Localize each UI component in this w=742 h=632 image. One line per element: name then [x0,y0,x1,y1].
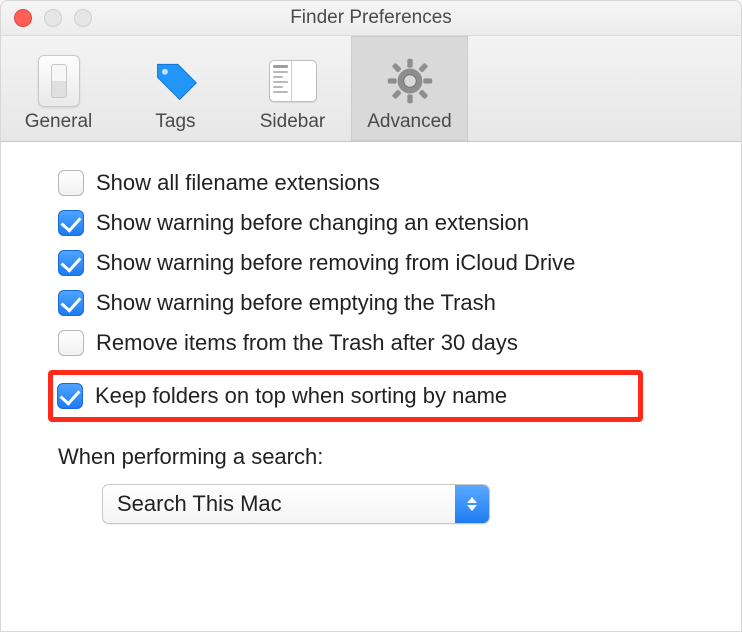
option-label: Keep folders on top when sorting by name [95,383,507,409]
window-title: Finder Preferences [0,7,742,29]
minimize-window-button[interactable] [44,9,62,27]
titlebar: Finder Preferences [0,0,742,36]
option-warn-extension-change: Show warning before changing an extensio… [58,210,712,236]
zoom-window-button[interactable] [74,9,92,27]
option-label: Show warning before changing an extensio… [96,210,529,236]
stepper-arrows-icon [455,485,489,523]
gear-icon [386,57,434,105]
switch-icon [35,57,83,105]
sidebar-icon [269,57,317,105]
search-section-label: When performing a search: [58,444,712,470]
option-show-extensions: Show all filename extensions [58,170,712,196]
option-label: Show warning before emptying the Trash [96,290,496,316]
highlight-annotation: Keep folders on top when sorting by name [48,370,643,422]
preferences-toolbar: General Tags Sidebar [0,36,742,142]
checkbox-auto-empty-trash[interactable] [58,330,84,356]
option-label: Show all filename extensions [96,170,380,196]
tab-tags[interactable]: Tags [117,36,234,141]
option-label: Remove items from the Trash after 30 day… [96,330,518,356]
tab-label: Sidebar [260,111,326,133]
option-warn-icloud-remove: Show warning before removing from iCloud… [58,250,712,276]
option-folders-on-top: Keep folders on top when sorting by name [57,383,630,409]
tab-advanced[interactable]: Advanced [351,36,468,141]
search-scope-select[interactable]: Search This Mac [102,484,490,524]
option-label: Show warning before removing from iCloud… [96,250,575,276]
checkbox-folders-on-top[interactable] [57,383,83,409]
advanced-pane: Show all filename extensions Show warnin… [0,142,742,554]
select-value: Search This Mac [103,491,455,517]
tab-label: Tags [155,111,195,133]
tag-icon [152,57,200,105]
window-controls [0,9,92,27]
option-auto-empty-trash: Remove items from the Trash after 30 day… [58,330,712,356]
option-warn-empty-trash: Show warning before emptying the Trash [58,290,712,316]
tab-sidebar[interactable]: Sidebar [234,36,351,141]
tab-label: General [25,111,93,133]
checkbox-warn-extension-change[interactable] [58,210,84,236]
checkbox-warn-empty-trash[interactable] [58,290,84,316]
tab-label: Advanced [367,111,452,133]
checkbox-warn-icloud-remove[interactable] [58,250,84,276]
checkbox-show-extensions[interactable] [58,170,84,196]
close-window-button[interactable] [14,9,32,27]
tab-general[interactable]: General [0,36,117,141]
